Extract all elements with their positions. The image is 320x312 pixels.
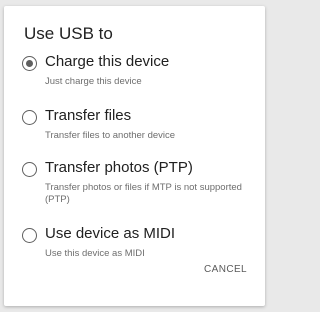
radio-selected-icon[interactable]	[22, 56, 37, 71]
usb-dialog: Use USB to Charge this device Just charg…	[4, 6, 265, 306]
option-description: Transfer photos or files if MTP is not s…	[45, 182, 242, 205]
option-label: Transfer files	[45, 107, 132, 124]
radio-unselected-icon[interactable]	[22, 162, 37, 177]
option-description: Just charge this device	[45, 76, 142, 87]
radio-unselected-icon[interactable]	[22, 110, 37, 125]
option-description: Transfer files to another device	[45, 130, 176, 141]
option-description: Use this device as MIDI	[45, 248, 145, 259]
cancel-button[interactable]: CANCEL	[204, 264, 247, 275]
option-label: Charge this device	[45, 53, 170, 70]
option-label: Use device as MIDI	[45, 225, 176, 242]
option-label: Transfer photos (PTP)	[45, 159, 193, 176]
dialog-title: Use USB to	[24, 24, 113, 43]
radio-unselected-icon[interactable]	[22, 228, 37, 243]
